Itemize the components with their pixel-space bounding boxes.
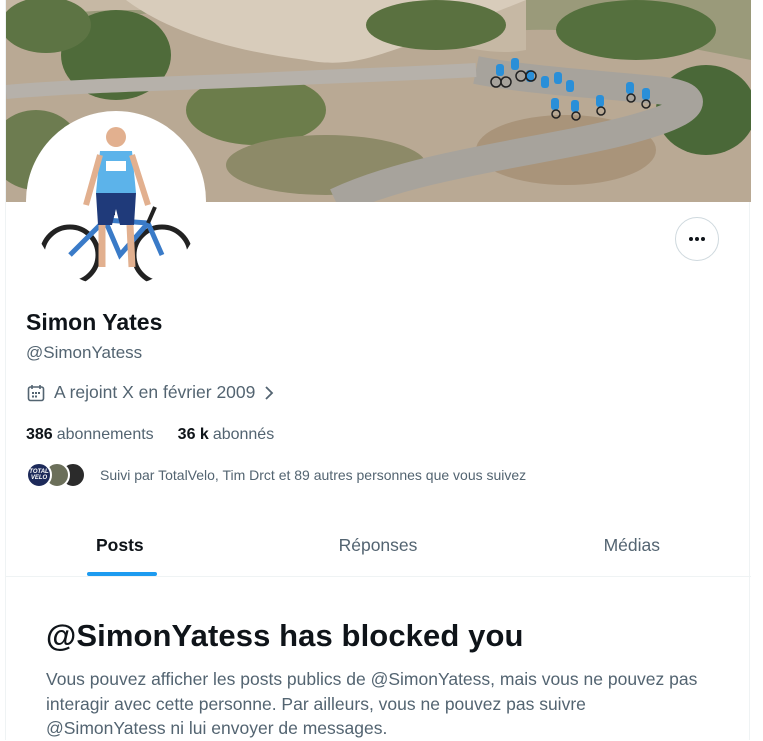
followed-by-link[interactable]: TOTAL VELO Suivi par TotalVelo, Tim Drct…: [26, 461, 526, 489]
tab-posts[interactable]: Posts: [6, 515, 284, 576]
calendar-icon: [27, 384, 45, 401]
following-label: abonnements: [56, 426, 154, 443]
profile-stats: 386 abonnements 36 k abonnés: [26, 426, 274, 444]
followers-label: abonnés: [212, 426, 275, 443]
tab-label: Réponses: [338, 535, 418, 555]
avatar-image: [30, 115, 202, 287]
joined-date-link[interactable]: A rejoint X en février 2009: [26, 382, 275, 403]
chevron-right-icon: [265, 385, 274, 400]
blocked-description: Vous pouvez afficher les posts publics d…: [46, 669, 698, 738]
tab-replies[interactable]: Réponses: [284, 515, 472, 576]
followers-count: 36 k: [177, 426, 209, 443]
profile-handle: @SimonYatess: [26, 343, 143, 362]
followed-by-text: Suivi par TotalVelo, Tim Drct et 89 autr…: [100, 467, 527, 483]
followers-link[interactable]: 36 k abonnés: [178, 426, 275, 444]
active-tab-indicator: [87, 572, 157, 576]
followed-by-avatars: TOTAL VELO: [26, 461, 86, 489]
tab-label: Médias: [603, 535, 660, 555]
profile-name: Simon Yates: [26, 309, 163, 335]
profile-tabs: Posts Réponses Médias: [6, 515, 751, 577]
profile-page: Simon Yates @SimonYatess A rejoint X en …: [5, 0, 751, 740]
tab-media[interactable]: Médias: [472, 515, 751, 576]
following-link[interactable]: 386 abonnements: [26, 426, 154, 444]
joined-text: A rejoint X en février 2009: [54, 382, 256, 402]
mini-avatar: TOTAL VELO: [26, 462, 52, 488]
blocked-title: @SimonYatess has blocked you: [46, 618, 524, 653]
more-horizontal-icon: [689, 237, 705, 241]
more-options-button[interactable]: [675, 217, 719, 261]
profile-avatar[interactable]: [26, 111, 206, 291]
following-count: 386: [26, 426, 53, 443]
mini-avatar-logo-text: TOTAL VELO: [29, 469, 49, 481]
tab-label: Posts: [96, 535, 144, 555]
